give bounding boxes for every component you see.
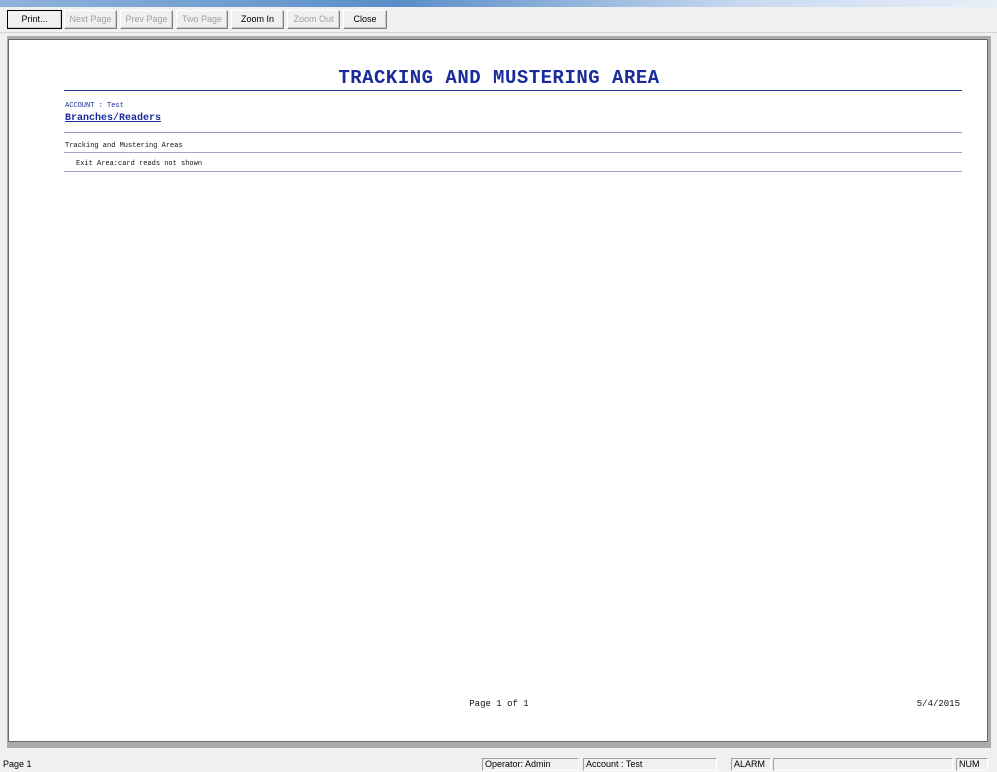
window-title-strip xyxy=(0,0,997,7)
zoom-out-button[interactable]: Zoom Out xyxy=(287,10,340,29)
report-title: TRACKING AND MUSTERING AREA xyxy=(338,67,660,89)
status-page: Page 1 xyxy=(3,759,32,769)
title-divider xyxy=(64,90,962,91)
section-heading: Branches/Readers xyxy=(65,113,162,124)
group-divider xyxy=(64,152,962,153)
item-divider xyxy=(64,171,962,172)
section-divider xyxy=(64,132,962,133)
status-alarm: ALARM xyxy=(731,758,771,771)
preview-toolbar: Print... Next Page Prev Page Two Page Zo… xyxy=(0,7,997,33)
report-item: Exit Area:card reads not shown xyxy=(76,160,203,168)
zoom-in-button[interactable]: Zoom In xyxy=(231,10,284,29)
prev-page-button[interactable]: Prev Page xyxy=(120,10,173,29)
close-button[interactable]: Close xyxy=(343,10,387,29)
page-footer: Page 1 of 1 xyxy=(469,699,529,709)
status-blank xyxy=(773,758,953,771)
status-account: Account : Test xyxy=(583,758,717,771)
report-page: TRACKING AND MUSTERING AREA ACCOUNT : Te… xyxy=(8,39,988,742)
status-num: NUM xyxy=(956,758,988,771)
status-operator: Operator: Admin xyxy=(482,758,579,771)
status-bar: Page 1 Operator: Admin Account : Test AL… xyxy=(0,757,997,772)
group-heading: Tracking and Mustering Areas xyxy=(65,142,183,150)
two-page-button[interactable]: Two Page xyxy=(176,10,228,29)
print-button[interactable]: Print... xyxy=(7,10,62,29)
account-line: ACCOUNT : Test xyxy=(65,102,124,110)
report-date: 5/4/2015 xyxy=(916,699,960,709)
next-page-button[interactable]: Next Page xyxy=(64,10,117,29)
